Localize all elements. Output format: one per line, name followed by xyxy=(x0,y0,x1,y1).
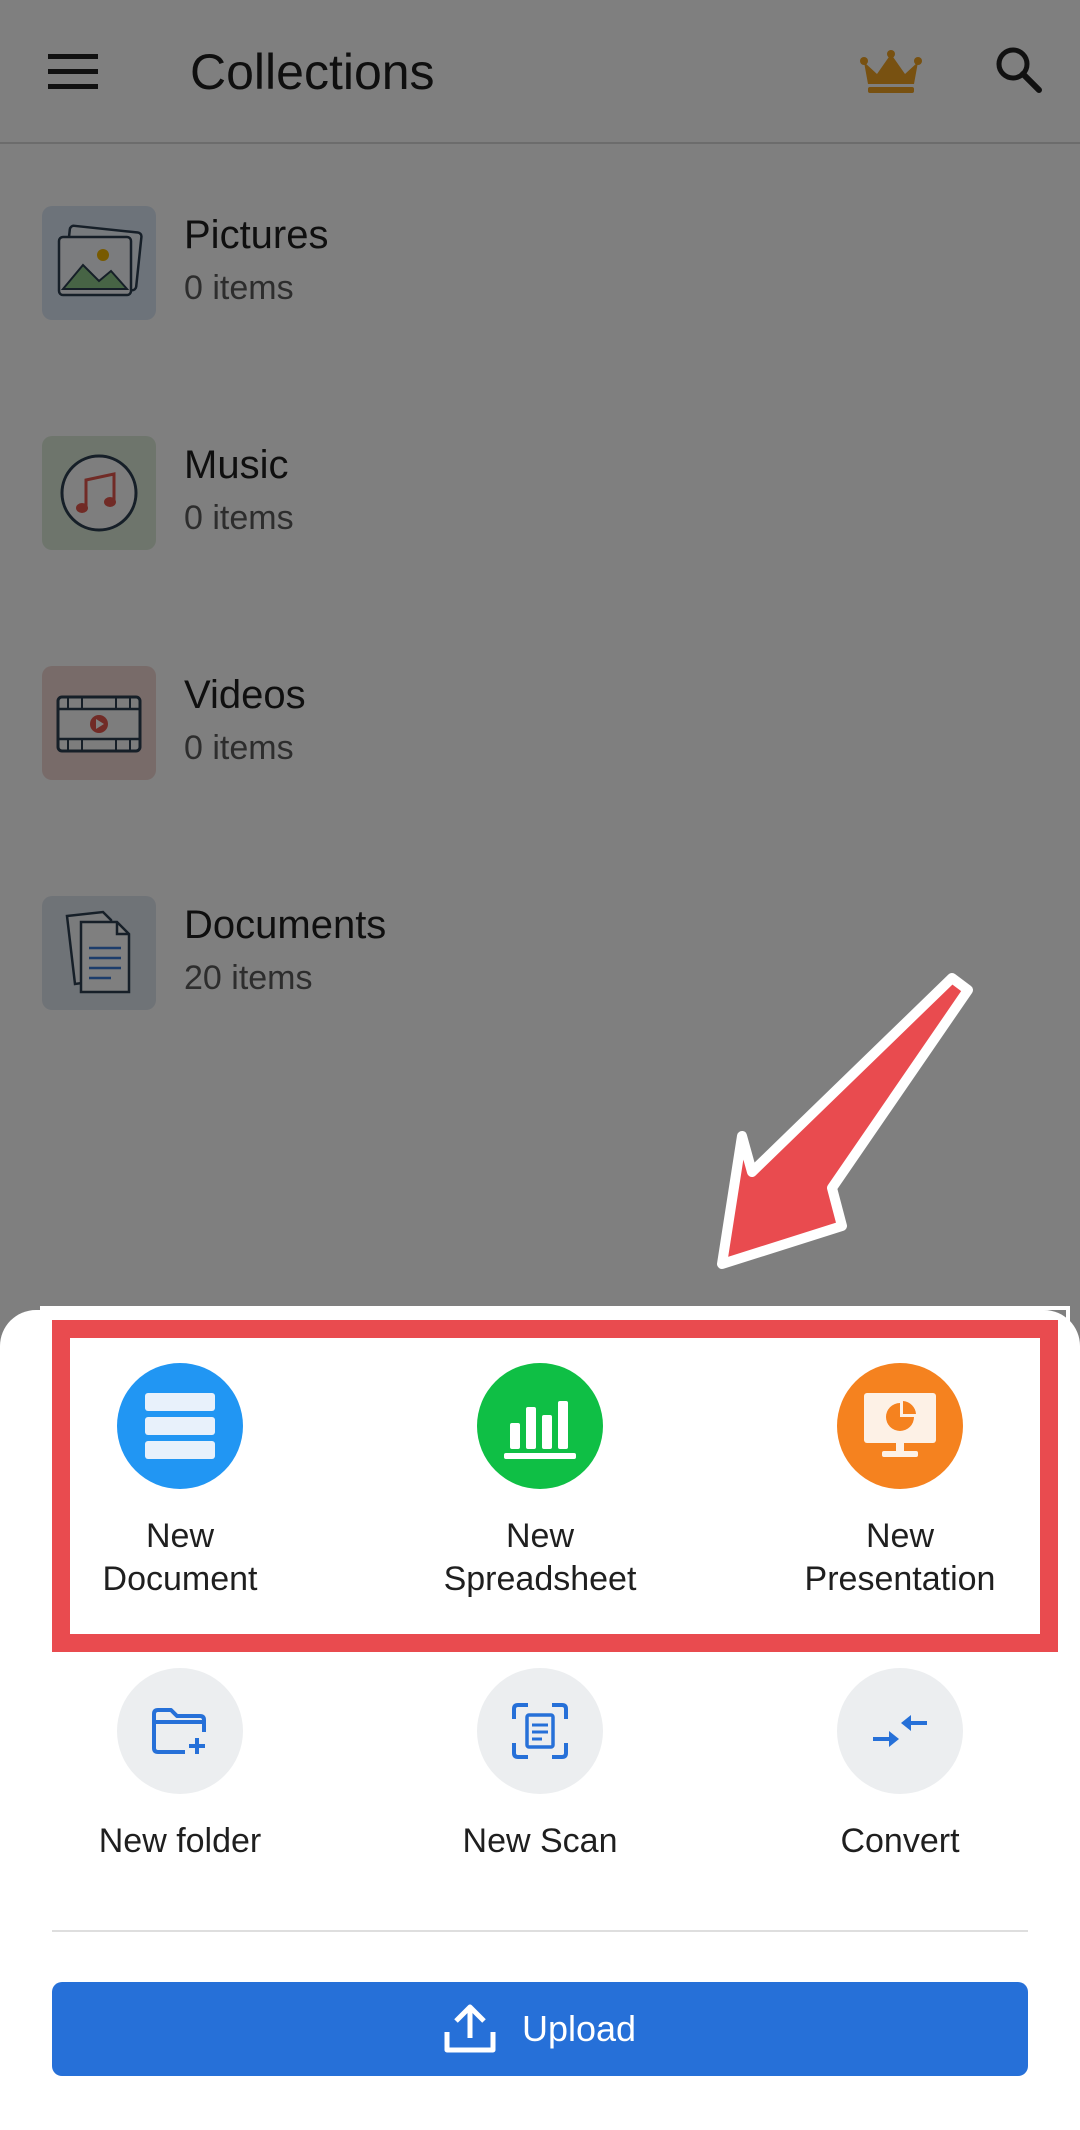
convert-icon xyxy=(837,1668,963,1794)
highlight-box xyxy=(52,1320,1058,1652)
new-scan-label: New Scan xyxy=(462,1822,618,1860)
sheet-divider xyxy=(52,1930,1028,1932)
upload-icon xyxy=(444,2004,496,2054)
upload-button[interactable]: Upload xyxy=(52,1982,1028,2076)
scan-icon xyxy=(477,1668,603,1794)
convert-label: Convert xyxy=(840,1822,960,1860)
add-folder-icon xyxy=(117,1668,243,1794)
new-folder-button[interactable]: New folder xyxy=(30,1668,330,1863)
screen: Collections Pic xyxy=(0,0,1080,2130)
new-scan-button[interactable]: New Scan xyxy=(390,1668,690,1863)
convert-button[interactable]: Convert xyxy=(750,1668,1050,1863)
new-folder-label: New folder xyxy=(98,1822,262,1860)
upload-label: Upload xyxy=(521,2008,637,2049)
